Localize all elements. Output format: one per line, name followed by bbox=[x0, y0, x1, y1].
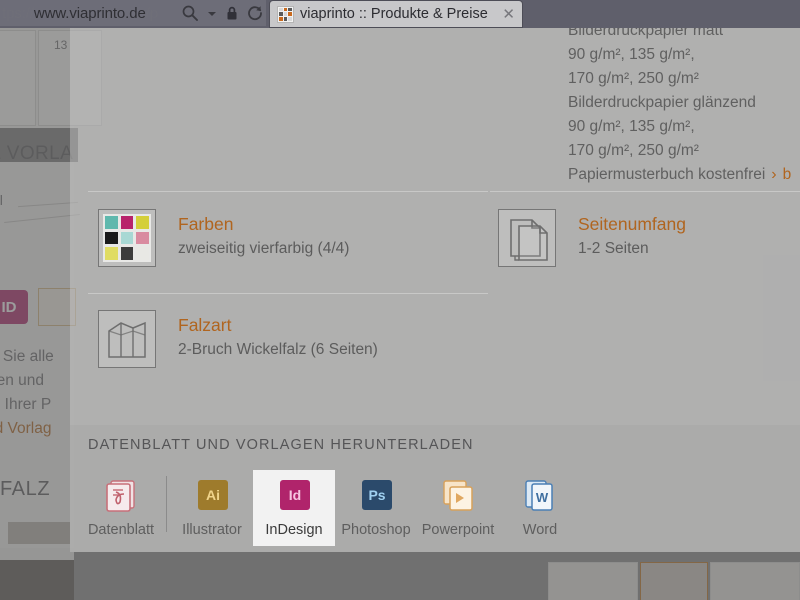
paper-line-1: 90 g/m², 135 g/m², bbox=[568, 46, 695, 63]
download-item-word[interactable]: W Word bbox=[499, 470, 581, 546]
download-separator bbox=[166, 476, 167, 532]
spec-row-seitenumfang[interactable]: Seitenumfang 1-2 Seiten bbox=[498, 209, 686, 267]
address-bar-icons bbox=[181, 0, 264, 26]
url-domain: www.viaprinto.de bbox=[33, 4, 146, 22]
fold-icon bbox=[98, 310, 156, 368]
divider-left-1 bbox=[88, 191, 488, 192]
svg-text:W: W bbox=[536, 490, 549, 505]
lightbox-scroll-area: 100 x 210 mm Bilderdruckpapier matt 90 g… bbox=[70, 0, 800, 552]
address-bar-text: tps://www.viaprinto.de/p bbox=[0, 5, 158, 22]
paper-sample-link[interactable]: Papiermusterbuch kostenfrei › b bbox=[568, 162, 791, 187]
chevron-down-icon[interactable] bbox=[206, 4, 218, 22]
download-item-indesign[interactable]: Id InDesign bbox=[253, 470, 335, 546]
url-path: /p bbox=[145, 4, 159, 22]
spec-text-seitenumfang: Seitenumfang 1-2 Seiten bbox=[578, 209, 686, 261]
browser-tab[interactable]: viaprinto :: Produkte & Preise ✕ bbox=[270, 1, 522, 27]
pdf-icon bbox=[102, 478, 140, 514]
download-label-illustrator: Illustrator bbox=[182, 522, 242, 538]
spec-sub-farben: zweiseitig vierfarbig (4/4) bbox=[178, 240, 350, 258]
download-label-photoshop: Photoshop bbox=[341, 522, 411, 538]
download-label-datenblatt: Datenblatt bbox=[87, 522, 155, 538]
indesign-glyph: Id bbox=[280, 480, 310, 510]
paper-line-4: 90 g/m², 135 g/m², bbox=[568, 118, 695, 135]
paper-line-3: Bilderdruckpapier glänzend bbox=[568, 94, 756, 111]
download-items-list: Datenblatt Ai Illustrator Id InDesign Ps… bbox=[80, 470, 581, 548]
illustrator-glyph: Ai bbox=[198, 480, 228, 510]
powerpoint-icon bbox=[439, 478, 477, 514]
address-bar[interactable]: tps://www.viaprinto.de/p bbox=[0, 0, 266, 26]
paper-line-5: 170 g/m², 250 g/m² bbox=[568, 142, 699, 159]
paper-line-2: 170 g/m², 250 g/m² bbox=[568, 70, 699, 87]
paper-sample-link-label: Papiermusterbuch kostenfrei bbox=[568, 166, 766, 183]
tab-title: viaprinto :: Produkte & Preise bbox=[300, 6, 488, 22]
reload-icon[interactable] bbox=[246, 4, 264, 22]
spec-title-falzart[interactable]: Falzart bbox=[178, 313, 378, 338]
download-label-word: Word bbox=[522, 522, 558, 538]
divider-right-1 bbox=[490, 191, 800, 192]
download-item-powerpoint[interactable]: Powerpoint bbox=[417, 470, 499, 546]
download-bar-title: DATENBLATT UND VORLAGEN HERUNTERLADEN bbox=[88, 437, 474, 453]
chevron-right-icon: › bbox=[771, 166, 777, 183]
spec-title-farben[interactable]: Farben bbox=[178, 212, 349, 237]
spec-sub-falzart: 2-Bruch Wickelfalz (6 Seiten) bbox=[178, 341, 378, 359]
download-item-illustrator[interactable]: Ai Illustrator bbox=[171, 470, 253, 546]
spec-row-farben[interactable]: Farben zweiseitig vierfarbig (4/4) bbox=[98, 209, 349, 267]
grid-favicon bbox=[277, 5, 294, 23]
color-swatch-grid bbox=[103, 214, 151, 262]
indesign-icon: Id bbox=[275, 478, 313, 514]
illustrator-icon: Ai bbox=[193, 478, 231, 514]
photoshop-icon: Ps bbox=[357, 478, 395, 514]
url-scheme: tps:// bbox=[2, 4, 34, 22]
screenshot-root: 13 & VORLA al ID n Sie alle nen und zu I… bbox=[0, 0, 800, 600]
download-item-datenblatt[interactable]: Datenblatt bbox=[80, 470, 162, 546]
download-label-powerpoint: Powerpoint bbox=[421, 522, 495, 538]
download-item-photoshop[interactable]: Ps Photoshop bbox=[335, 470, 417, 546]
product-details-lightbox: 100 x 210 mm Bilderdruckpapier matt 90 g… bbox=[70, 0, 800, 552]
paper-sample-link-trailing: b bbox=[782, 166, 792, 183]
close-icon[interactable]: ✕ bbox=[500, 7, 517, 22]
photoshop-glyph: Ps bbox=[362, 480, 392, 510]
spec-sub-seitenumfang: 1-2 Seiten bbox=[578, 240, 649, 258]
divider-left-2 bbox=[88, 293, 488, 294]
download-label-indesign: InDesign bbox=[265, 522, 323, 538]
color-swatch-icon bbox=[98, 209, 156, 267]
pages-icon bbox=[498, 209, 556, 267]
search-icon[interactable] bbox=[181, 4, 199, 22]
tab-strip: viaprinto :: Produkte & Preise ✕ bbox=[266, 0, 800, 28]
browser-chrome: tps://www.viaprinto.de/p viaprinto:: Pr… bbox=[0, 0, 800, 28]
spec-title-seitenumfang[interactable]: Seitenumfang bbox=[578, 212, 686, 237]
spec-text-farben: Farben zweiseitig vierfarbig (4/4) bbox=[178, 209, 349, 261]
spec-row-falzart[interactable]: Falzart 2-Bruch Wickelfalz (6 Seiten) bbox=[98, 310, 378, 368]
lock-icon[interactable] bbox=[225, 4, 239, 22]
spec-text-falzart: Falzart 2-Bruch Wickelfalz (6 Seiten) bbox=[178, 310, 378, 362]
word-icon: W bbox=[521, 478, 559, 514]
download-bar: DATENBLATT UND VORLAGEN HERUNTERLADEN Da… bbox=[70, 425, 800, 552]
